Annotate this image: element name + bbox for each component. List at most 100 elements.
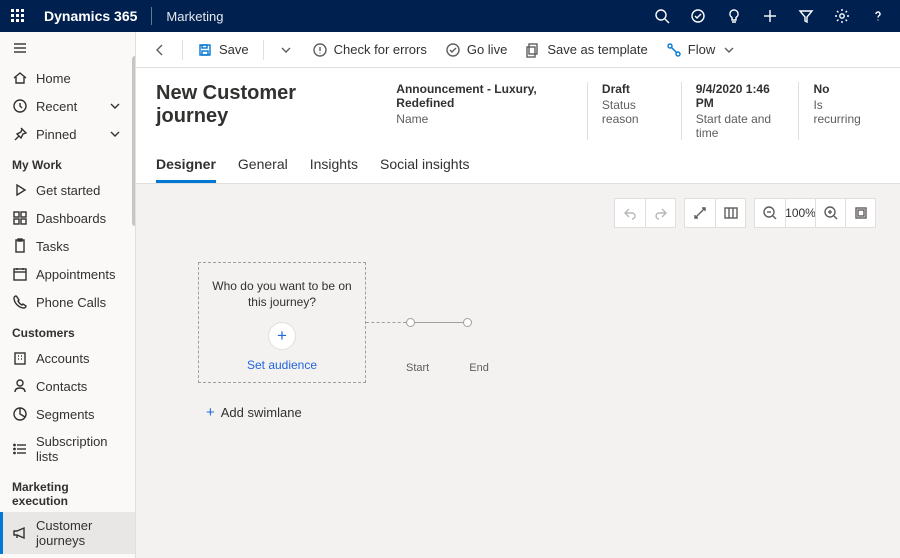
sidebar-item-contacts[interactable]: Contacts [0,372,135,400]
task-icon[interactable] [682,0,714,32]
sidebar-item-customer-journeys[interactable]: Customer journeys [0,512,135,554]
meta-status: Draft Status reason [587,82,681,140]
button-label: Check for errors [334,42,427,57]
module-name: Marketing [156,9,233,24]
zoom-in-button[interactable] [815,198,845,228]
help-icon[interactable] [862,0,894,32]
pin-icon [12,126,28,142]
lightbulb-icon[interactable] [718,0,750,32]
sidebar-item-subscription-lists[interactable]: Subscription lists [0,428,135,470]
flow-button[interactable]: Flow [658,38,745,62]
clock-icon [12,98,28,114]
tab-insights[interactable]: Insights [310,156,358,183]
content-area: Save Check for errors Go live Save as te… [136,32,900,558]
sidebar-item-label: Phone Calls [36,295,106,310]
brand-name: Dynamics 365 [34,8,147,24]
undo-button[interactable] [615,198,645,228]
tab-list: Designer General Insights Social insight… [136,140,900,184]
add-icon[interactable] [754,0,786,32]
back-button[interactable] [144,38,176,62]
page-title: New Customer journey [156,82,352,128]
sidebar-item-marketing-emails[interactable]: Marketing emails [0,554,135,558]
button-label: Save [219,42,249,57]
sidebar-item-label: Home [36,71,71,86]
home-icon [12,70,28,86]
button-label: Go live [467,42,507,57]
clipboard-icon [12,238,28,254]
sidebar-item-label: Customer journeys [36,518,123,548]
sidebar-item-label: Appointments [36,267,116,282]
end-node[interactable] [463,318,472,327]
sidebar-item-get-started[interactable]: Get started [0,176,135,204]
journey-row: Who do you want to be on this journey? +… [198,262,472,383]
connector: Start End [366,318,472,327]
divider [151,7,152,25]
sidebar-section-title: My Work [0,148,135,176]
sidebar-item-dashboards[interactable]: Dashboards [0,204,135,232]
audience-prompt: Who do you want to be on this journey? [211,279,353,310]
sidebar-item-recent[interactable]: Recent [0,92,135,120]
tab-general[interactable]: General [238,156,288,183]
check-errors-button[interactable]: Check for errors [304,38,435,62]
sidebar-section-title: Customers [0,316,135,344]
meta-recurring: No Is recurring [798,82,880,140]
sidebar-item-home[interactable]: Home [0,64,135,92]
button-label: Save as template [547,42,647,57]
start-label: Start [406,362,429,374]
add-swimlane-button[interactable]: + Add swimlane [206,404,302,421]
hamburger-icon[interactable] [0,32,135,64]
sidebar-item-label: Recent [36,99,77,114]
sidebar-item-label: Tasks [36,239,69,254]
plus-icon: + [206,404,215,421]
set-audience-link[interactable]: Set audience [211,358,353,372]
chevron-down-icon [107,126,123,142]
zoom-level: 100% [785,198,815,228]
sidebar-item-pinned[interactable]: Pinned [0,120,135,148]
sidebar-item-segments[interactable]: Segments [0,400,135,428]
start-node[interactable] [406,318,415,327]
minimap-button[interactable] [715,198,745,228]
add-swimlane-label: Add swimlane [221,405,302,420]
sidebar-item-label: Subscription lists [36,434,123,464]
settings-icon[interactable] [826,0,858,32]
meta-name: Announcement - Luxury, Redefined Name [382,82,587,140]
tab-social-insights[interactable]: Social insights [380,156,470,183]
sidebar-item-label: Pinned [36,127,76,142]
go-live-button[interactable]: Go live [437,38,515,62]
dashboard-icon [12,210,28,226]
save-button[interactable]: Save [189,38,257,62]
designer-canvas[interactable]: 100% Who do you want to be on this journ… [136,184,900,558]
play-icon [12,182,28,198]
redo-button[interactable] [645,198,675,228]
end-label: End [469,362,489,374]
sidebar-item-label: Contacts [36,379,87,394]
sidebar: Home Recent Pinned My Work Get started D… [0,32,136,558]
list-icon [12,441,28,457]
fit-button[interactable] [845,198,875,228]
save-template-button[interactable]: Save as template [517,38,655,62]
sidebar-section-title: Marketing execution [0,470,135,512]
global-header: Dynamics 365 Marketing [0,0,900,32]
audience-placeholder[interactable]: Who do you want to be on this journey? +… [198,262,366,383]
sidebar-item-phone-calls[interactable]: Phone Calls [0,288,135,316]
command-bar: Save Check for errors Go live Save as te… [136,32,900,68]
phone-icon [12,294,28,310]
building-icon [12,350,28,366]
zoom-out-button[interactable] [755,198,785,228]
sidebar-item-label: Get started [36,183,100,198]
expand-button[interactable] [685,198,715,228]
sidebar-item-tasks[interactable]: Tasks [0,232,135,260]
person-icon [12,378,28,394]
tab-designer[interactable]: Designer [156,156,216,183]
sidebar-item-label: Segments [36,407,95,422]
add-audience-button[interactable]: + [268,322,296,350]
app-launcher-icon[interactable] [6,8,30,24]
save-dropdown[interactable] [270,38,302,62]
record-header: New Customer journey Announcement - Luxu… [136,68,900,140]
filter-icon[interactable] [790,0,822,32]
segments-icon [12,406,28,422]
search-icon[interactable] [646,0,678,32]
canvas-toolbar: 100% [614,198,876,228]
sidebar-item-appointments[interactable]: Appointments [0,260,135,288]
sidebar-item-accounts[interactable]: Accounts [0,344,135,372]
